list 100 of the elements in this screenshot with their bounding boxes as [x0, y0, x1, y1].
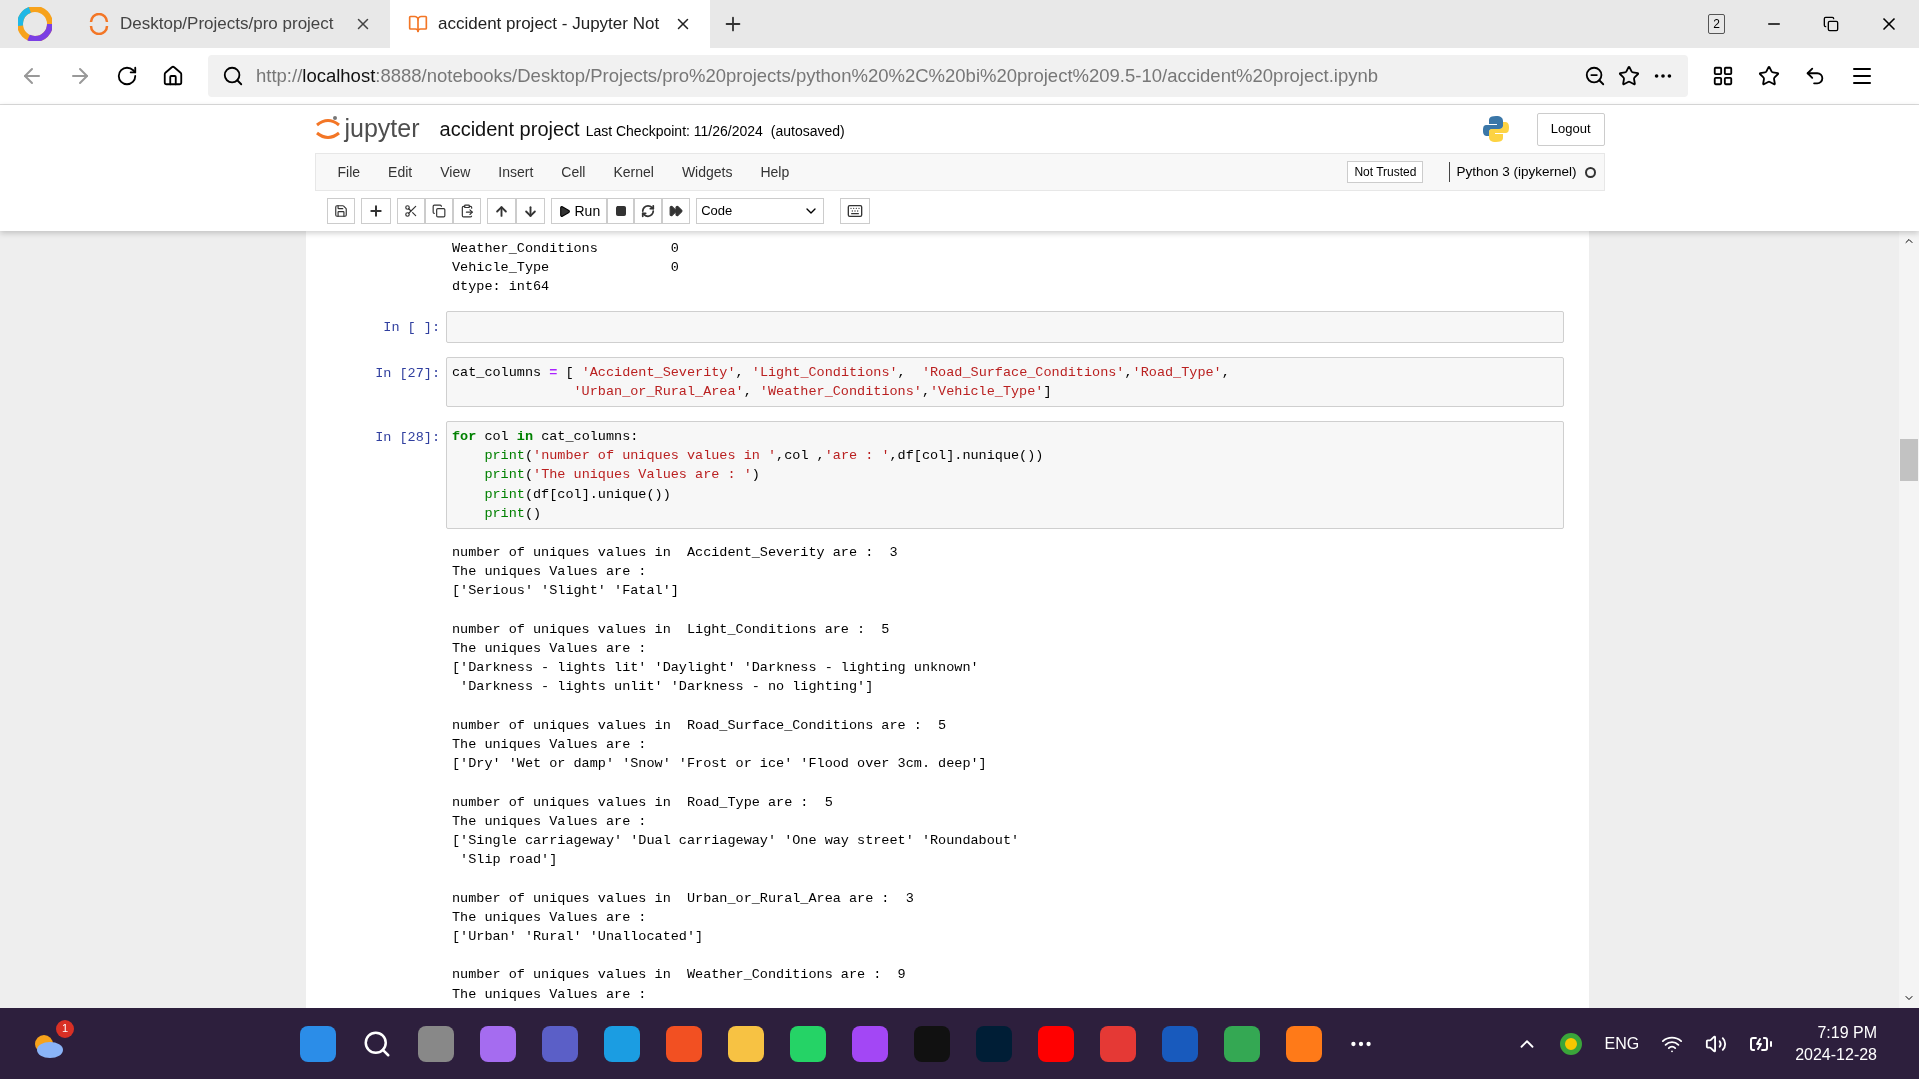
output-line: ['Serious' 'Slight' 'Fatal']: [452, 582, 679, 601]
move-down-button[interactable]: [515, 198, 545, 224]
code-line: for col in cat_columns:: [452, 428, 639, 446]
output-line: Weather_Conditions 0: [452, 240, 679, 258]
output-line: number of uniques values in Road_Type are : 5: [452, 793, 833, 812]
spinner-icon: [88, 13, 110, 35]
address-field[interactable]: http://localhost:8888/notebooks/Desktop/Projects/pro%20projects/python%20%2C%20bi%20project%209.5-10/accident%20project.ipynb: [208, 55, 1688, 97]
cut-button[interactable]: [396, 198, 425, 224]
play-icon: [557, 204, 571, 218]
output-line: number of uniques values in Light_Conditions are : 5: [452, 620, 890, 639]
code-line: cat_columns = [ 'Accident_Severity', 'Light_Conditions', 'Road_Surface_Conditions','Road_Type',: [452, 363, 1230, 382]
menu-item[interactable]: Edit: [374, 161, 427, 183]
output-line: ['Darkness - lights lit' 'Daylight' 'Darkness - lighting unknown': [452, 659, 979, 678]
trust-indicator[interactable]: Not Trusted: [1347, 161, 1424, 183]
tab-count[interactable]: 2: [1708, 14, 1725, 34]
menu-item[interactable]: Insert: [484, 161, 548, 183]
logout-button[interactable]: Logout: [1536, 112, 1605, 146]
save-button[interactable]: [326, 198, 355, 224]
paste-button[interactable]: [452, 198, 481, 224]
copy-icon: [431, 204, 446, 218]
code-cell-input[interactable]: [446, 310, 1564, 343]
insert-cell-button[interactable]: [360, 198, 391, 224]
home-icon[interactable]: [162, 65, 184, 87]
menu-item[interactable]: Kernel: [599, 161, 668, 183]
stop-icon: [614, 205, 627, 217]
restart-icon: [641, 204, 656, 218]
code-cell-input[interactable]: cat_columns = [ 'Accident_Severity', 'Light_Conditions', 'Road_Surface_Conditions','Road_Type', 'Urban_or_Rural_Area', 'Weather_Conditions','Vehicle_Type']: [446, 356, 1564, 407]
output-line: Vehicle_Type 0: [452, 259, 679, 278]
browser-tab[interactable]: accident project - Jupyter Not: [390, 0, 710, 48]
paste-icon: [459, 204, 474, 218]
menu-item[interactable]: Help: [746, 161, 804, 183]
output-line: ['Dry' 'Wet or damp' 'Snow' 'Frost or ice' 'Flood over 3cm. deep']: [452, 755, 987, 774]
keyboard-shortcuts-button[interactable]: [840, 198, 871, 224]
restore-icon[interactable]: [1823, 16, 1839, 32]
restart-run-all-button[interactable]: [662, 198, 691, 224]
browser-logo-icon: [18, 7, 52, 41]
output-line: The uniques Values are :: [452, 908, 648, 927]
code-line: print('number of uniques values in ',col ,'are : ',df[col].nunique()): [483, 447, 1044, 466]
code-line: print(df[col].unique()): [483, 485, 671, 504]
autosave-status: (autosaved): [770, 121, 845, 141]
output-line: The uniques Values are :: [452, 812, 648, 831]
favorites-icon[interactable]: [1758, 65, 1780, 87]
output-line: The uniques Values are :: [452, 736, 648, 755]
code-line: print('The uniques Values are : '): [483, 466, 760, 485]
fast-forward-icon: [669, 204, 684, 218]
reload-icon[interactable]: [116, 65, 138, 87]
checkpoint-text: Last Checkpoint: 11/26/2024: [585, 121, 763, 141]
notification-badge: 1: [56, 1019, 74, 1038]
output-line: number of uniques values in Weather_Conditions are : 9: [452, 966, 906, 985]
run-button[interactable]: Run: [550, 198, 608, 224]
copy-button[interactable]: [424, 198, 453, 224]
output-line: number of uniques values in Urban_or_Rural_Area are : 3: [452, 889, 914, 908]
cell-prompt: In [27]:: [375, 364, 440, 383]
tab-title: Desktop/Projects/pro project: [120, 13, 335, 36]
output-line: 'Darkness - lights unlit' 'Darkness - no lighting']: [459, 678, 874, 697]
menu-item[interactable]: View: [426, 161, 485, 183]
menu-item[interactable]: Cell: [547, 161, 600, 183]
cell-prompt: In [28]:: [375, 429, 440, 447]
kernel-name: Python 3 (ipykernel): [1456, 162, 1577, 181]
output-line: The uniques Values are :: [452, 640, 648, 659]
scrollbar[interactable]: [1899, 231, 1919, 1008]
tab-title: accident project - Jupyter Not: [438, 13, 661, 36]
notebook-icon: [408, 14, 428, 34]
clock-time[interactable]: 7:19 PM: [1817, 1021, 1877, 1044]
move-up-button[interactable]: [486, 198, 516, 224]
menu-item[interactable]: Widgets: [667, 161, 747, 183]
arrow-down-icon: [522, 203, 538, 219]
plus-icon: [367, 203, 384, 219]
cell-prompt: In [ ]:: [383, 318, 440, 337]
scissors-icon: [403, 204, 418, 218]
bookmark-icon[interactable]: [1618, 65, 1640, 87]
keyboard-icon: [847, 203, 864, 219]
stop-button[interactable]: [607, 198, 635, 224]
zoom-icon[interactable]: [1584, 65, 1606, 87]
undo-icon[interactable]: [1804, 65, 1826, 87]
search-icon: [222, 65, 244, 87]
output-line: 'Slip road']: [459, 851, 558, 870]
url-text: http://localhost:8888/notebooks/Desktop/Projects/pro%20projects/python%20%2C%20bi%20project%209.5-10/accident%20project.ipynb: [256, 64, 1379, 89]
language-indicator[interactable]: ENG: [1604, 1031, 1640, 1056]
output-line: number of uniques values in Road_Surface_Conditions are : 5: [452, 716, 947, 735]
output-line: ['Single carriageway' 'Dual carriageway' 'One way street' 'Roundabout': [452, 832, 1020, 851]
code-line: 'Urban_or_Rural_Area', 'Weather_Conditions','Vehicle_Type']: [572, 382, 1052, 401]
scrollbar-thumb[interactable]: [1900, 438, 1918, 481]
menu-item[interactable]: File: [323, 161, 375, 183]
jupyter-logo-text: jupyter: [344, 113, 420, 145]
output-line: The uniques Values are :: [452, 563, 648, 582]
notebook-name[interactable]: accident project: [439, 114, 580, 144]
code-line: print(): [483, 504, 542, 523]
clock-date[interactable]: 2024-12-28: [1795, 1043, 1877, 1066]
restart-button[interactable]: [634, 198, 663, 224]
output-line: ['Urban' 'Rural' 'Unallocated']: [452, 928, 704, 947]
output-line: dtype: int64: [452, 278, 550, 297]
output-line: number of uniques values in Accident_Severity are : 3: [452, 544, 898, 563]
cell-type-dropdown[interactable]: Code: [696, 198, 825, 224]
security-icon[interactable]: [1560, 1032, 1583, 1055]
save-icon: [333, 204, 348, 218]
code-cell-input[interactable]: for col in cat_columns: print('number of uniques values in ',col ,'are : ',df[col].nunique()) print('The uniques Values are : ') print(df[col].unique()) print(): [446, 421, 1564, 530]
python-logo-icon: [1480, 114, 1511, 144]
apps-icon[interactable]: [1712, 65, 1734, 87]
output-line: The uniques Values are :: [452, 985, 648, 1004]
